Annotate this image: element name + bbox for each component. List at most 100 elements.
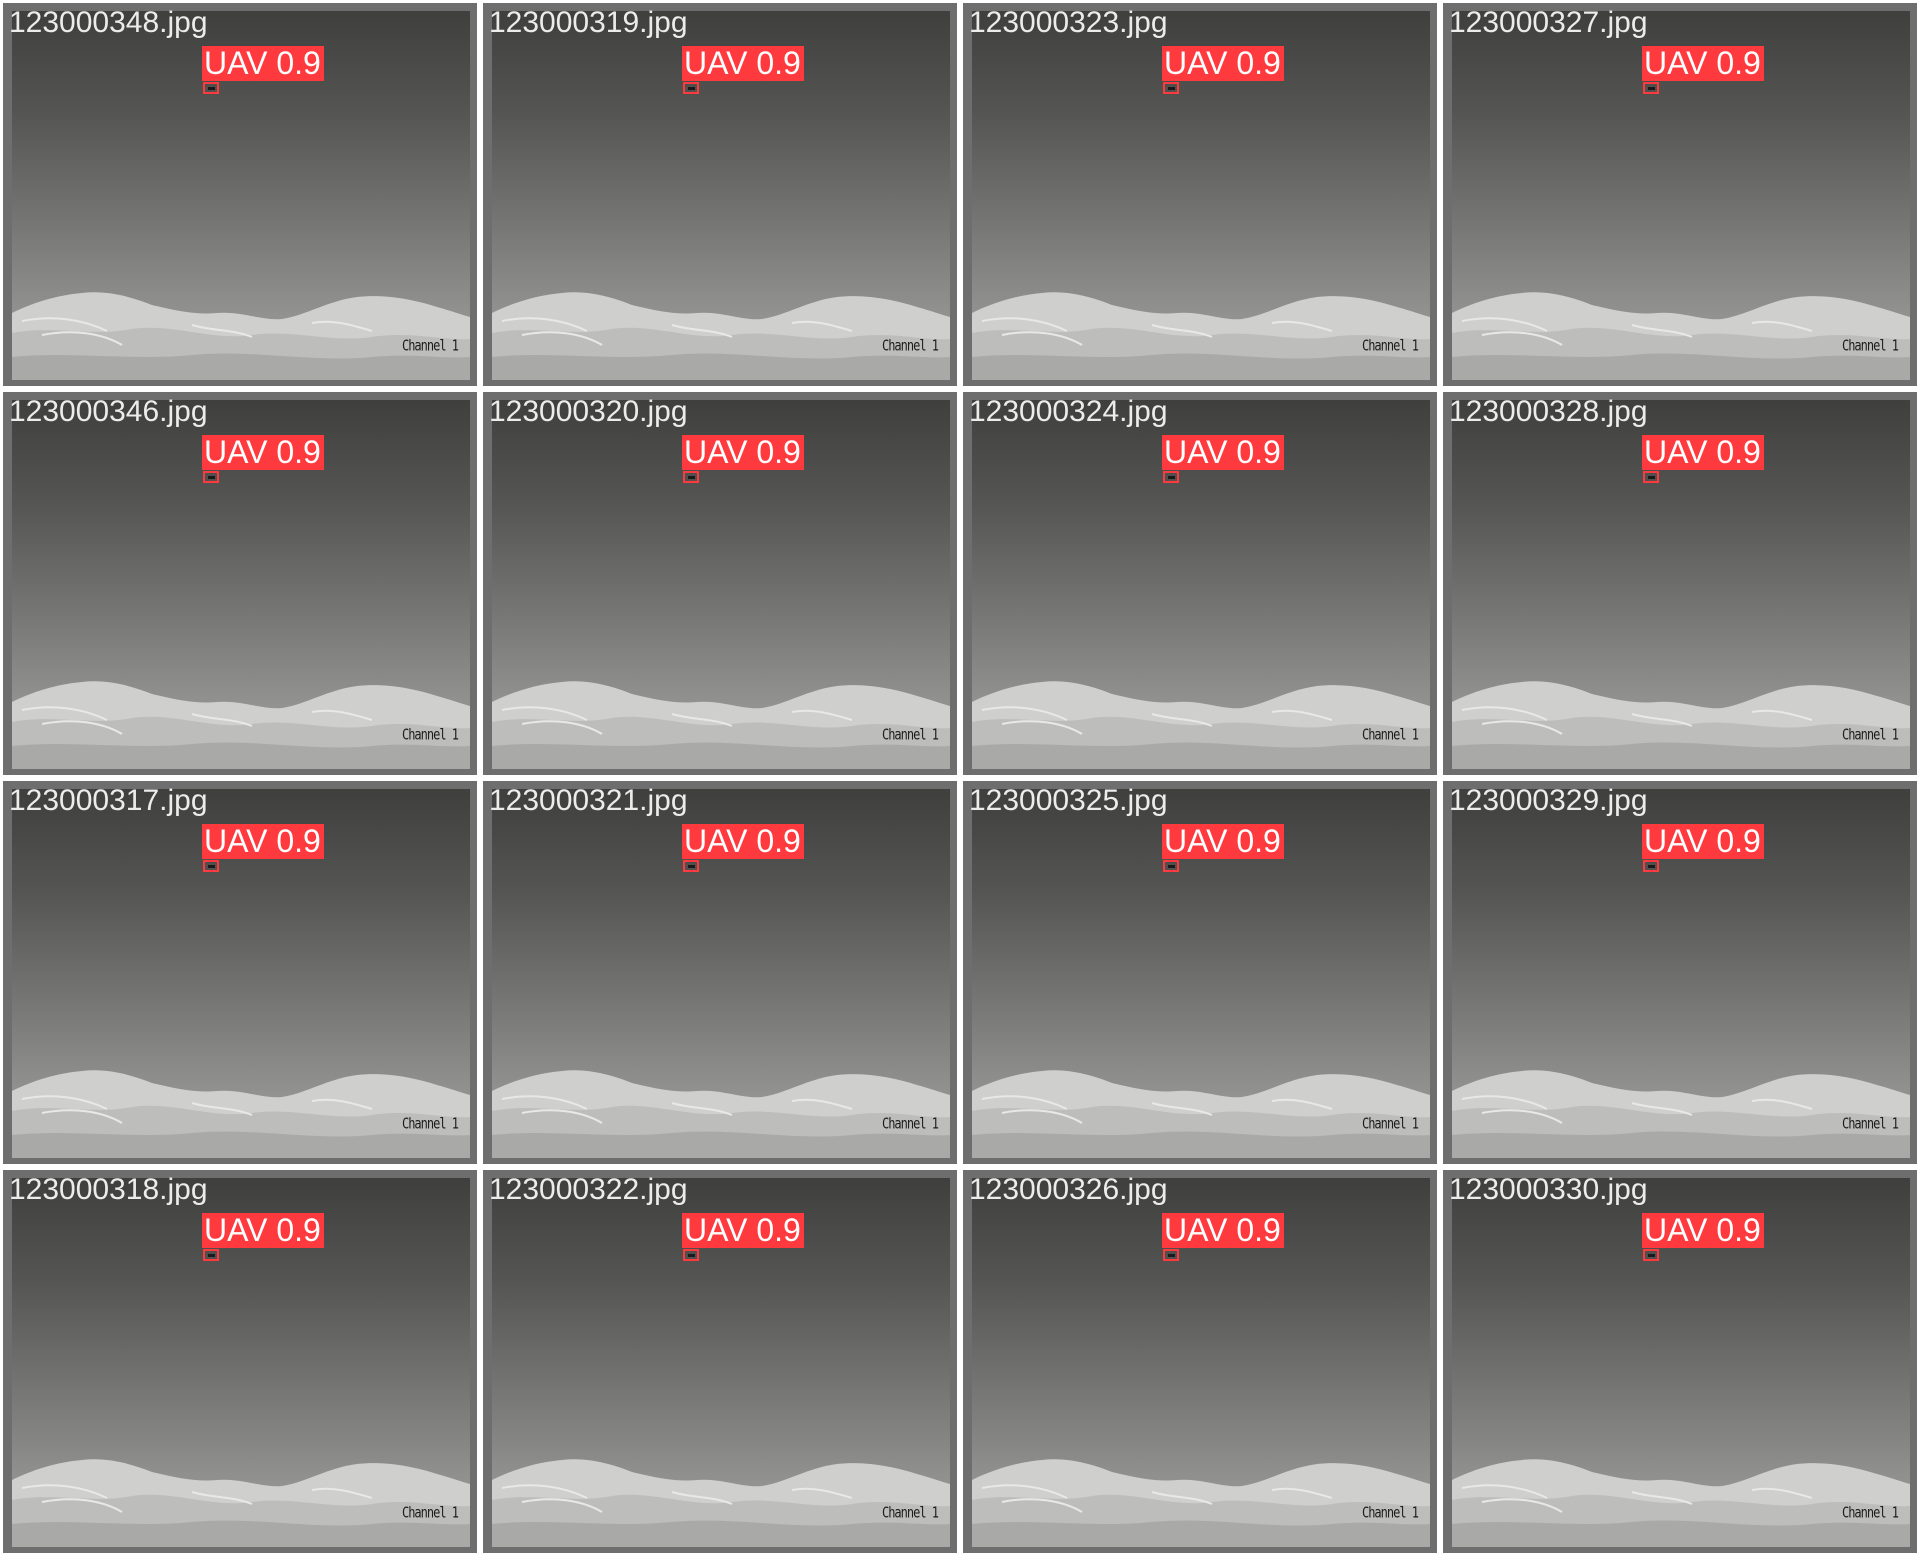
detection-label: UAV 0.9 [682,1213,804,1248]
terrain-hills [12,292,470,380]
channel-watermark: Channel 1 [1361,725,1419,744]
drone-icon [1168,87,1175,90]
channel-watermark: Channel 1 [401,1114,459,1133]
image-tile[interactable]: Channel 1 123000329.jpg UAV 0.9 [1440,778,1920,1167]
image-tile[interactable]: Channel 1 123000327.jpg UAV 0.9 [1440,0,1920,389]
detection-label: UAV 0.9 [202,46,324,81]
channel-watermark: Channel 1 [401,336,459,355]
filename-label: 123000320.jpg [489,395,688,428]
detection-bounding-box [203,471,219,483]
terrain-hills [1452,292,1910,380]
channel-watermark: Channel 1 [881,1503,939,1522]
detection-bounding-box [1163,82,1179,94]
terrain-hills [12,681,470,769]
channel-watermark: Channel 1 [1361,336,1419,355]
image-tile[interactable]: Channel 1 123000319.jpg UAV 0.9 [480,0,960,389]
image-tile[interactable]: Channel 1 123000321.jpg UAV 0.9 [480,778,960,1167]
terrain-hills [972,1459,1430,1547]
image-tile[interactable]: Channel 1 123000322.jpg UAV 0.9 [480,1167,960,1556]
channel-watermark: Channel 1 [1841,1503,1899,1522]
channel-watermark: Channel 1 [1841,1114,1899,1133]
detection-label: UAV 0.9 [1642,435,1764,470]
drone-icon [688,476,695,479]
drone-icon [208,1254,215,1257]
detection-label: UAV 0.9 [202,435,324,470]
image-tile[interactable]: Channel 1 123000323.jpg UAV 0.9 [960,0,1440,389]
drone-icon [1168,476,1175,479]
detection-bounding-box [683,1249,699,1261]
drone-icon [1648,87,1655,90]
drone-icon [1168,1254,1175,1257]
filename-label: 123000317.jpg [9,784,208,817]
channel-watermark: Channel 1 [881,725,939,744]
filename-label: 123000326.jpg [969,1173,1168,1206]
detection-bounding-box [1643,471,1659,483]
image-tile[interactable]: Channel 1 123000328.jpg UAV 0.9 [1440,389,1920,778]
channel-watermark: Channel 1 [1361,1114,1419,1133]
detection-bounding-box [203,860,219,872]
filename-label: 123000324.jpg [969,395,1168,428]
channel-watermark: Channel 1 [881,1114,939,1133]
filename-label: 123000327.jpg [1449,6,1648,39]
terrain-hills [492,1459,950,1547]
detection-label: UAV 0.9 [1162,46,1284,81]
terrain-hills [492,681,950,769]
image-tile[interactable]: Channel 1 123000348.jpg UAV 0.9 [0,0,480,389]
detection-bounding-box [1643,82,1659,94]
image-tile[interactable]: Channel 1 123000324.jpg UAV 0.9 [960,389,1440,778]
detection-bounding-box [1643,860,1659,872]
image-tile[interactable]: Channel 1 123000318.jpg UAV 0.9 [0,1167,480,1556]
drone-icon [208,476,215,479]
drone-icon [688,87,695,90]
detection-bounding-box [203,1249,219,1261]
drone-icon [1648,865,1655,868]
channel-watermark: Channel 1 [401,1503,459,1522]
filename-label: 123000348.jpg [9,6,208,39]
detection-bounding-box [1643,1249,1659,1261]
channel-watermark: Channel 1 [401,725,459,744]
detection-bounding-box [1163,471,1179,483]
filename-label: 123000346.jpg [9,395,208,428]
terrain-hills [492,1070,950,1158]
terrain-hills [12,1459,470,1547]
filename-label: 123000328.jpg [1449,395,1648,428]
filename-label: 123000318.jpg [9,1173,208,1206]
image-tile[interactable]: Channel 1 123000317.jpg UAV 0.9 [0,778,480,1167]
detection-mosaic-grid: Channel 1 123000348.jpg UAV 0.9 Channel 1 1… [0,0,1920,1556]
drone-icon [1168,865,1175,868]
detection-bounding-box [683,82,699,94]
detection-label: UAV 0.9 [1642,1213,1764,1248]
detection-bounding-box [683,471,699,483]
drone-icon [688,1254,695,1257]
image-tile[interactable]: Channel 1 123000320.jpg UAV 0.9 [480,389,960,778]
detection-bounding-box [1163,860,1179,872]
detection-label: UAV 0.9 [682,435,804,470]
filename-label: 123000325.jpg [969,784,1168,817]
terrain-hills [1452,681,1910,769]
drone-icon [688,865,695,868]
channel-watermark: Channel 1 [1841,725,1899,744]
image-tile[interactable]: Channel 1 123000326.jpg UAV 0.9 [960,1167,1440,1556]
detection-label: UAV 0.9 [1162,824,1284,859]
drone-icon [208,87,215,90]
image-tile[interactable]: Channel 1 123000325.jpg UAV 0.9 [960,778,1440,1167]
terrain-hills [972,681,1430,769]
detection-label: UAV 0.9 [1162,435,1284,470]
filename-label: 123000319.jpg [489,6,688,39]
detection-label: UAV 0.9 [202,1213,324,1248]
detection-label: UAV 0.9 [1162,1213,1284,1248]
terrain-hills [492,292,950,380]
detection-label: UAV 0.9 [682,46,804,81]
terrain-hills [972,1070,1430,1158]
terrain-hills [1452,1070,1910,1158]
terrain-hills [12,1070,470,1158]
detection-bounding-box [683,860,699,872]
image-tile[interactable]: Channel 1 123000346.jpg UAV 0.9 [0,389,480,778]
image-tile[interactable]: Channel 1 123000330.jpg UAV 0.9 [1440,1167,1920,1556]
detection-label: UAV 0.9 [1642,824,1764,859]
channel-watermark: Channel 1 [1841,336,1899,355]
filename-label: 123000323.jpg [969,6,1168,39]
terrain-hills [1452,1459,1910,1547]
filename-label: 123000329.jpg [1449,784,1648,817]
filename-label: 123000322.jpg [489,1173,688,1206]
